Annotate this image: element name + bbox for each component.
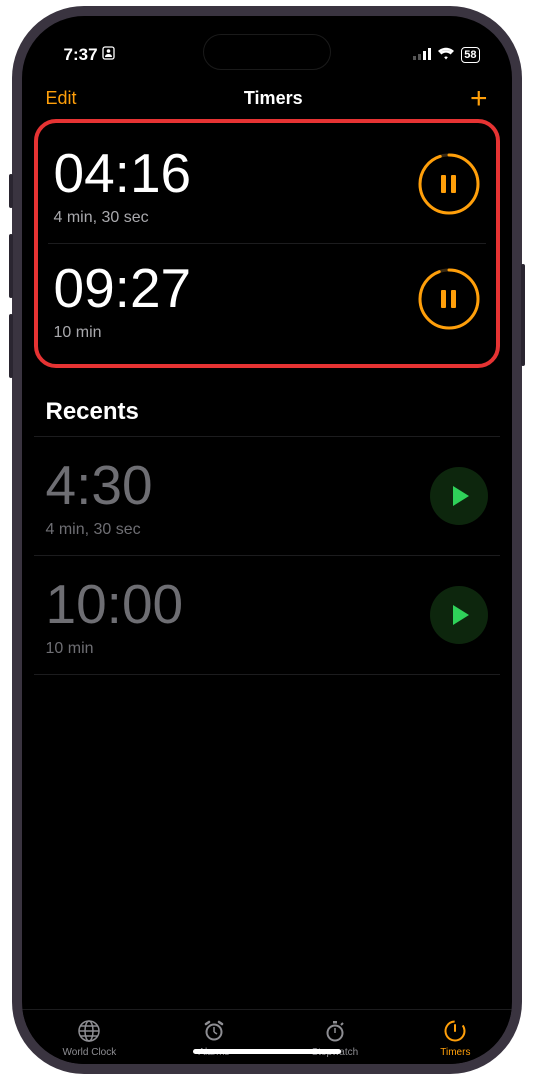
recent-duration: 4 min, 30 sec xyxy=(46,521,153,539)
battery-icon: 58 xyxy=(461,47,479,63)
side-button xyxy=(9,174,13,208)
recent-timer-row[interactable]: 4:30 4 min, 30 sec xyxy=(34,436,500,555)
recent-time: 10:00 xyxy=(46,572,184,636)
pause-button[interactable] xyxy=(418,153,480,215)
page-title: Timers xyxy=(244,88,303,109)
tab-timers[interactable]: Timers xyxy=(440,1018,470,1058)
dynamic-island xyxy=(203,34,331,70)
stopwatch-icon xyxy=(322,1018,348,1044)
cellular-icon xyxy=(413,45,431,65)
status-time: 7:37 xyxy=(64,45,98,65)
nav-bar: Edit Timers + xyxy=(22,74,512,119)
volume-up-button xyxy=(9,234,13,298)
active-timer-row[interactable]: 09:27 10 min xyxy=(48,244,486,358)
globe-icon xyxy=(76,1018,102,1044)
person-icon xyxy=(102,45,115,65)
power-button xyxy=(521,264,525,366)
play-icon xyxy=(453,486,469,506)
add-timer-button[interactable]: + xyxy=(470,90,488,108)
timer-duration: 4 min, 30 sec xyxy=(54,209,192,227)
recent-duration: 10 min xyxy=(46,640,184,658)
timer-duration: 10 min xyxy=(54,324,192,342)
volume-down-button xyxy=(9,314,13,378)
tab-label: Timers xyxy=(440,1047,470,1058)
pause-button[interactable] xyxy=(418,268,480,330)
highlight-box: 04:16 4 min, 30 sec 09:27 10 min xyxy=(34,119,500,368)
edit-button[interactable]: Edit xyxy=(46,88,77,109)
phone-frame: 7:37 58 Edit Timers + xyxy=(12,6,522,1074)
screen: 7:37 58 Edit Timers + xyxy=(22,16,512,1064)
tab-label: World Clock xyxy=(63,1047,117,1058)
timer-remaining: 09:27 xyxy=(54,256,192,320)
home-indicator[interactable] xyxy=(193,1049,341,1054)
play-icon xyxy=(453,605,469,625)
content-area: 04:16 4 min, 30 sec 09:27 10 min xyxy=(22,119,512,1009)
start-button[interactable] xyxy=(430,467,488,525)
timer-icon xyxy=(442,1018,468,1044)
battery-level: 58 xyxy=(464,49,476,61)
recents-heading: Recents xyxy=(34,368,500,436)
tab-world-clock[interactable]: World Clock xyxy=(63,1018,117,1058)
tab-bar: World Clock Alarms Stopwatch Timers xyxy=(22,1009,512,1064)
active-timer-row[interactable]: 04:16 4 min, 30 sec xyxy=(48,129,486,244)
progress-ring-icon xyxy=(418,153,480,215)
recent-timer-row[interactable]: 10:00 10 min xyxy=(34,555,500,675)
timer-remaining: 04:16 xyxy=(54,141,192,205)
recent-time: 4:30 xyxy=(46,453,153,517)
start-button[interactable] xyxy=(430,586,488,644)
progress-ring-icon xyxy=(418,268,480,330)
wifi-icon xyxy=(437,45,455,65)
alarm-icon xyxy=(201,1018,227,1044)
